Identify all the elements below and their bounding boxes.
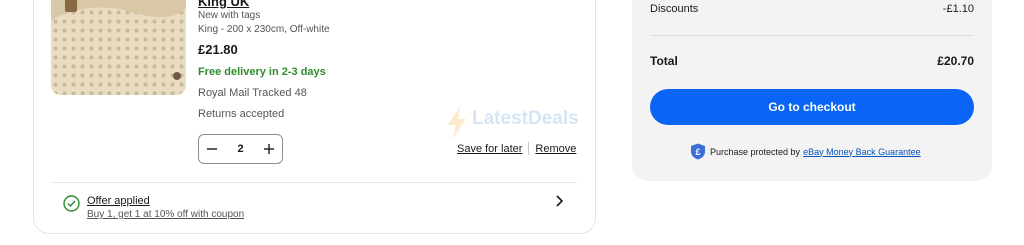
item-condition: New with tags (198, 10, 261, 21)
action-separator (528, 142, 530, 155)
watermark-text: LatestDeals (472, 108, 579, 129)
item-price: £21.80 (198, 42, 238, 57)
quantity-stepper: 2 (198, 134, 283, 164)
minus-icon (207, 148, 217, 150)
offer-subtitle[interactable]: Buy 1, get 1 at 10% off with coupon (87, 209, 244, 220)
discounts-value: -£1.10 (942, 3, 974, 15)
item-title[interactable]: King UK (198, 0, 249, 9)
total-value: £20.70 (937, 54, 974, 68)
delivery-info: Free delivery in 2-3 days (198, 66, 326, 78)
chevron-right-icon[interactable] (553, 194, 567, 208)
returns-policy: Returns accepted (198, 108, 285, 120)
protection-text: Purchase protected by (710, 146, 801, 157)
svg-text:£: £ (695, 147, 700, 157)
purchase-protection: £ Purchase protected by eBay Money Back … (690, 143, 921, 160)
watermark-logo: LatestDeals (444, 104, 584, 144)
summary-divider (650, 35, 974, 36)
discounts-row: Discounts -£1.10 (650, 3, 974, 15)
discounts-label: Discounts (650, 3, 699, 15)
increase-quantity-button[interactable] (256, 135, 282, 163)
shipping-method: Royal Mail Tracked 48 (198, 87, 307, 99)
decrease-quantity-button[interactable] (199, 135, 225, 163)
lightning-icon (448, 106, 466, 140)
total-label: Total (650, 54, 678, 68)
item-variant: King - 200 x 230cm, Off-white (198, 24, 330, 35)
item-actions: Save for later Remove (457, 142, 576, 155)
total-row: Total £20.70 (650, 54, 974, 68)
go-to-checkout-button[interactable]: Go to checkout (650, 89, 974, 125)
offer-divider (51, 182, 577, 183)
quantity-value[interactable]: 2 (225, 143, 256, 155)
money-back-guarantee-link[interactable]: eBay Money Back Guarantee (803, 147, 921, 157)
shield-pound-icon: £ (691, 143, 705, 160)
offer-title[interactable]: Offer applied (87, 195, 150, 207)
remove-link[interactable]: Remove (535, 143, 576, 155)
save-for-later-link[interactable]: Save for later (457, 143, 522, 155)
check-circle-icon (63, 195, 80, 212)
product-thumbnail[interactable] (51, 0, 186, 95)
plus-icon (264, 144, 274, 154)
